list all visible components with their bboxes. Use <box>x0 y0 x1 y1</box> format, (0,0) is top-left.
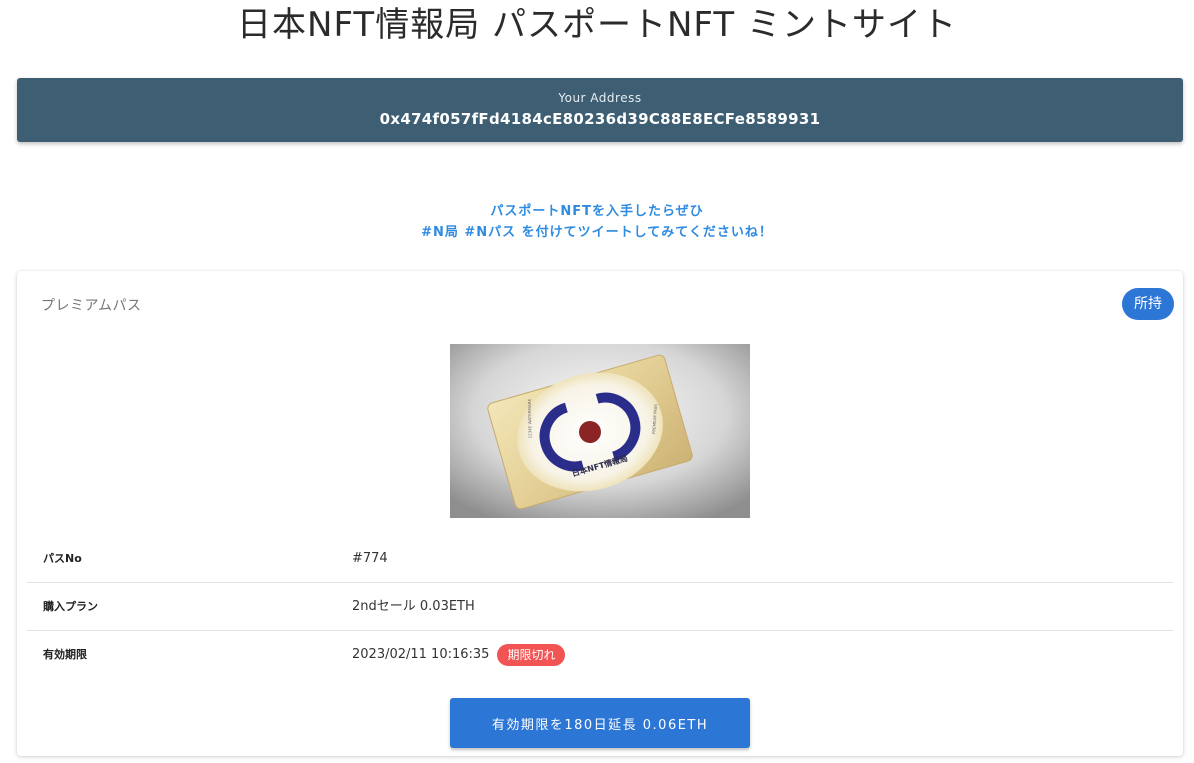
tweet-notice-line-2: #N局 #Nパス を付けてツイートしてみてくださいね！ <box>421 225 773 240</box>
tweet-notice: パスポートNFTを入手したらぜひ #N局 #Nパス を付けてツイートしてみてくだ… <box>0 201 1194 243</box>
info-row-plan: 購入プラン 2ndセール 0.03ETH <box>27 583 1173 631</box>
wallet-address-label: Your Address <box>558 91 642 105</box>
info-row-expiry: 有効期限 2023/02/11 10:16:35 期限切れ <box>27 631 1173 679</box>
wallet-address-banner: Your Address 0x474f057fFd4184cE80236d39C… <box>17 78 1183 142</box>
pass-no-value: #774 <box>352 551 388 566</box>
page-title: 日本NFT情報局 パスポートNFT ミントサイト <box>237 5 957 45</box>
pass-edge-text-left: 12345 WATERMARK <box>527 398 533 438</box>
extend-expiry-button[interactable]: 有効期限を180日延長 0.06ETH <box>450 698 750 748</box>
expiry-value-wrapper: 2023/02/11 10:16:35 期限切れ <box>352 631 566 679</box>
owned-badge: 所持 <box>1122 288 1174 320</box>
expiry-label: 有効期限 <box>43 648 87 661</box>
wallet-address-value: 0x474f057fFd4184cE80236d39C88E8ECFe85899… <box>379 110 821 128</box>
nft-pass-illustration: 日本NFT情報局 12345 WATERMARK PREMIUM PASS <box>450 344 750 518</box>
expiry-value: 2023/02/11 10:16:35 <box>352 647 490 662</box>
info-row-pass-no: パスNo #774 <box>27 535 1173 583</box>
pass-no-label: パスNo <box>43 552 82 565</box>
plan-label: 購入プラン <box>43 600 98 613</box>
nft-pass-image: 日本NFT情報局 12345 WATERMARK PREMIUM PASS <box>450 344 750 518</box>
expired-badge: 期限切れ <box>497 643 566 666</box>
tweet-notice-line-1: パスポートNFTを入手したらぜひ <box>490 204 704 219</box>
card-title: プレミアムパス <box>41 298 142 314</box>
premium-pass-card: プレミアムパス 所持 日本NFT情報局 12345 WATERMARK PREM… <box>17 271 1183 756</box>
plan-value: 2ndセール 0.03ETH <box>352 599 475 614</box>
